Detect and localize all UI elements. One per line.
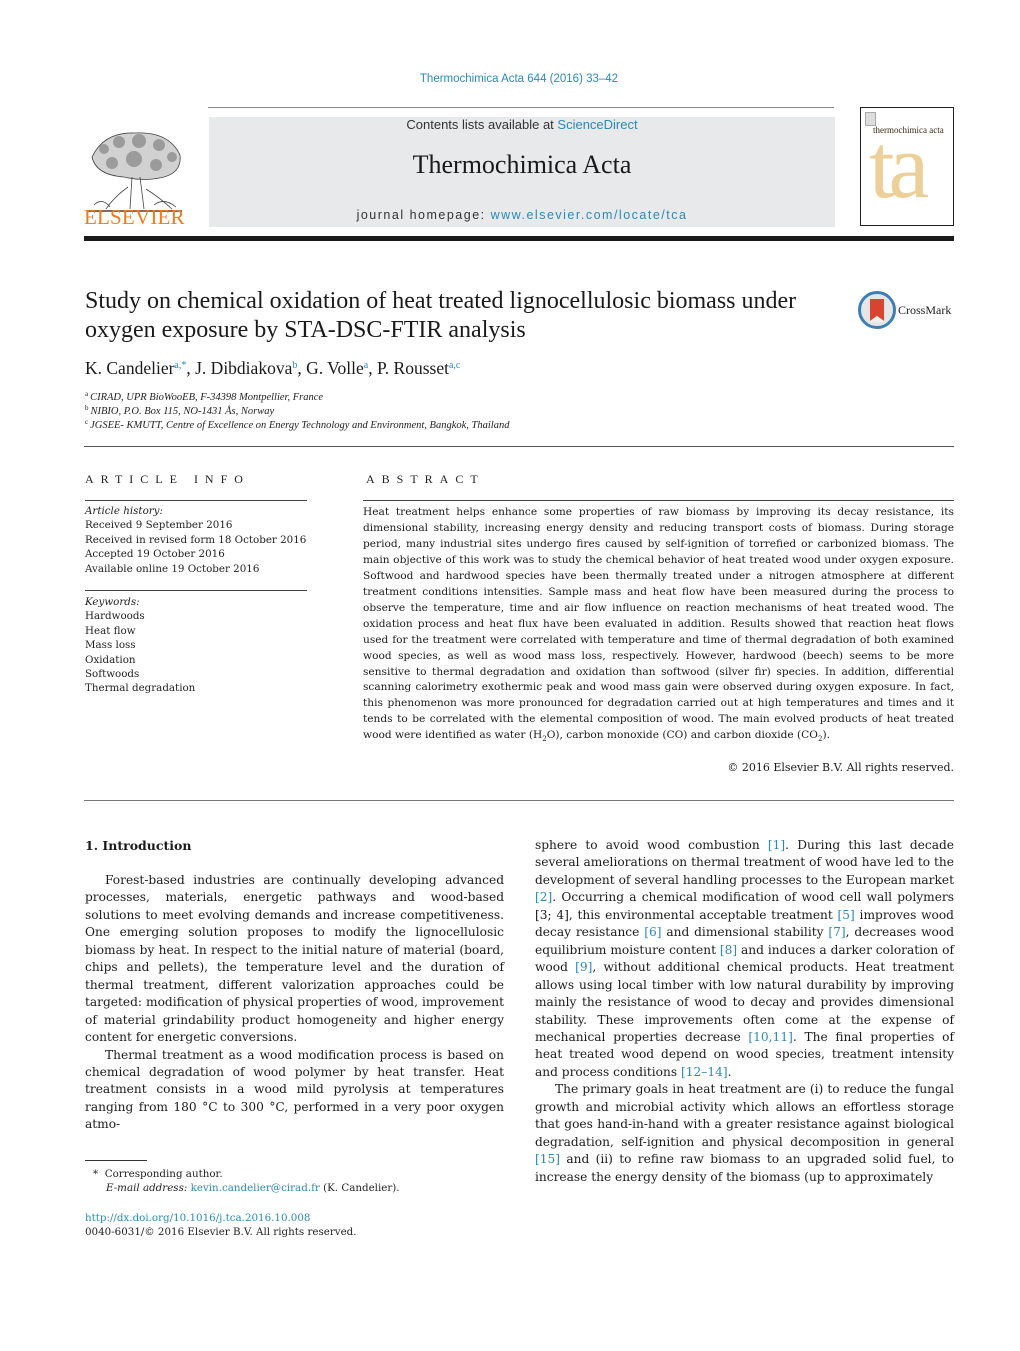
abstract-rule xyxy=(363,500,954,501)
email-note: E-mail address: kevin.candelier@cirad.fr… xyxy=(106,1182,400,1194)
journal-title: Thermochimica Acta xyxy=(412,150,632,179)
keywords-rule xyxy=(85,590,307,591)
citation-link[interactable]: [10,11] xyxy=(748,1030,792,1044)
citation-link[interactable]: [12–14] xyxy=(681,1065,728,1079)
elsevier-wordmark: ELSEVIER xyxy=(84,205,185,229)
keywords: Keywords: Hardwoods Heat flow Mass loss … xyxy=(85,595,315,696)
footnote-rule xyxy=(85,1160,147,1161)
keyword: Heat flow xyxy=(85,624,136,637)
paragraph: Thermal treatment as a wood modification… xyxy=(85,1047,504,1132)
journal-homepage-link[interactable]: www.elsevier.com/locate/tca xyxy=(491,208,688,222)
journal-cover-thumbnail[interactable]: ta thermochimica acta xyxy=(860,107,954,226)
citation-link[interactable]: [8] xyxy=(720,943,737,957)
article-history-label: Article history: xyxy=(85,505,163,517)
author-name: K. Candelier xyxy=(85,358,175,378)
author-separator: , xyxy=(368,358,377,378)
affiliation-mark: c xyxy=(85,418,89,426)
author[interactable]: G. Vollea xyxy=(306,358,368,378)
crossmark-icon[interactable] xyxy=(858,291,896,329)
email-label: E-mail address: xyxy=(106,1182,191,1194)
abstract-copyright: © 2016 Elsevier B.V. All rights reserved… xyxy=(727,761,954,774)
email-suffix: (K. Candelier). xyxy=(319,1182,400,1194)
cover-title: thermochimica acta xyxy=(873,125,944,135)
homepage-line: journal homepage: www.elsevier.com/locat… xyxy=(209,208,835,222)
keyword: Thermal degradation xyxy=(85,682,196,695)
article-title: Study on chemical oxidation of heat trea… xyxy=(85,288,797,343)
author-name: J. Dibdiakova xyxy=(195,358,293,378)
citation-link[interactable]: [6] xyxy=(644,925,661,939)
affiliation-text: CIRAD, UPR BioWooEB, F-34398 Montpellier… xyxy=(90,392,324,403)
text-run: . xyxy=(727,1064,732,1079)
issn-copyright: 0040-6031/© 2016 Elsevier B.V. All right… xyxy=(85,1226,357,1238)
crossmark-label[interactable]: CrossMark xyxy=(898,303,951,318)
keyword: Mass loss xyxy=(85,639,136,652)
citation-link[interactable]: [15] xyxy=(535,1152,560,1166)
citation-link[interactable]: [2] xyxy=(535,890,552,904)
body-column-left: Forest-based industries are continually … xyxy=(85,872,504,1134)
author-separator: , xyxy=(186,358,196,378)
abstract-text: O), carbon monoxide (CO) and carbon diox… xyxy=(546,729,818,742)
citation-link[interactable]: [9] xyxy=(575,960,592,974)
keyword: Hardwoods xyxy=(85,610,145,623)
history-item: Received in revised form 18 October 2016 xyxy=(85,533,307,546)
abstract-end-rule xyxy=(84,800,954,801)
text-run: and (ii) to refine raw biomass to an upg… xyxy=(535,1152,954,1184)
journal-reference-link[interactable]: Thermochimica Acta 644 (2016) 33–42 xyxy=(0,73,1020,85)
author-affiliation-mark[interactable]: a,c xyxy=(449,360,460,371)
affiliation-mark: b xyxy=(85,404,89,412)
affiliation-mark: a xyxy=(85,390,89,398)
affiliation-text: JGSEE- KMUTT, Centre of Excellence on En… xyxy=(90,420,510,431)
keyword: Softwoods xyxy=(85,668,140,681)
author[interactable]: K. Candeliera,* xyxy=(85,358,186,378)
title-block-rule xyxy=(84,446,954,447)
body-column-right: sphere to avoid wood combustion [1]. Dur… xyxy=(535,837,954,1186)
text-run: sphere to avoid wood combustion xyxy=(535,838,768,852)
doi-link[interactable]: http://dx.doi.org/10.1016/j.tca.2016.10.… xyxy=(85,1212,310,1224)
contents-line: Contents lists available at ScienceDirec… xyxy=(209,117,835,132)
affiliation: b NIBIO, P.O. Box 115, NO-1431 Ås, Norway xyxy=(85,404,274,417)
contents-prefix: Contents lists available at xyxy=(406,117,558,132)
abstract-heading: ABSTRACT xyxy=(366,472,485,486)
citation-link[interactable]: [7] xyxy=(828,925,845,939)
paragraph: The primary goals in heat treatment are … xyxy=(535,1081,954,1186)
article-info-rule xyxy=(85,500,307,501)
affiliation: c JGSEE- KMUTT, Centre of Excellence on E… xyxy=(85,418,509,431)
abstract-text: ). xyxy=(822,729,830,742)
article-info-heading: ARTICLE INFO xyxy=(85,472,250,486)
author-separator: , xyxy=(297,358,307,378)
history-item: Available online 19 October 2016 xyxy=(85,562,260,575)
paragraph: Forest-based industries are continually … xyxy=(85,873,504,1045)
masthead-thick-rule xyxy=(84,236,954,241)
text-run: and dimensional stability xyxy=(661,925,829,940)
text-run: The primary goals in heat treatment are … xyxy=(535,1082,954,1149)
author[interactable]: P. Rousseta,c xyxy=(377,358,460,378)
section-heading-introduction: 1. Introduction xyxy=(85,838,192,853)
abstract-body: Heat treatment helps enhance some proper… xyxy=(363,505,954,748)
corresponding-author-note: * Corresponding author. xyxy=(93,1168,223,1180)
abstract-text: Heat treatment helps enhance some proper… xyxy=(363,506,954,742)
author-name: P. Rousset xyxy=(377,358,449,378)
author-affiliation-mark[interactable]: a,* xyxy=(174,360,186,371)
affiliation: a CIRAD, UPR BioWooEB, F-34398 Montpellie… xyxy=(85,390,323,403)
header-rule xyxy=(208,107,834,108)
keywords-label: Keywords: xyxy=(85,596,140,608)
sciencedirect-link[interactable]: ScienceDirect xyxy=(557,117,637,132)
author-name: G. Volle xyxy=(306,358,364,378)
author-email-link[interactable]: kevin.candelier@cirad.fr xyxy=(191,1182,320,1194)
history-item: Accepted 19 October 2016 xyxy=(85,548,225,561)
affiliation-text: NIBIO, P.O. Box 115, NO-1431 Ås, Norway xyxy=(90,406,275,417)
paragraph: sphere to avoid wood combustion [1]. Dur… xyxy=(535,837,954,1081)
article-history: Article history: Received 9 September 20… xyxy=(85,504,315,576)
citation-link[interactable]: [1] xyxy=(768,838,785,852)
homepage-prefix: journal homepage: xyxy=(356,208,491,222)
author-list: K. Candeliera,*, J. Dibdiakovab, G. Voll… xyxy=(85,358,460,379)
footnote-mark: * xyxy=(93,1168,99,1180)
citation-link[interactable]: [5] xyxy=(838,908,855,922)
footnote-text: Corresponding author. xyxy=(104,1168,223,1180)
author[interactable]: J. Dibdiakovab xyxy=(195,358,297,378)
history-item: Received 9 September 2016 xyxy=(85,519,233,532)
keyword: Oxidation xyxy=(85,653,136,666)
